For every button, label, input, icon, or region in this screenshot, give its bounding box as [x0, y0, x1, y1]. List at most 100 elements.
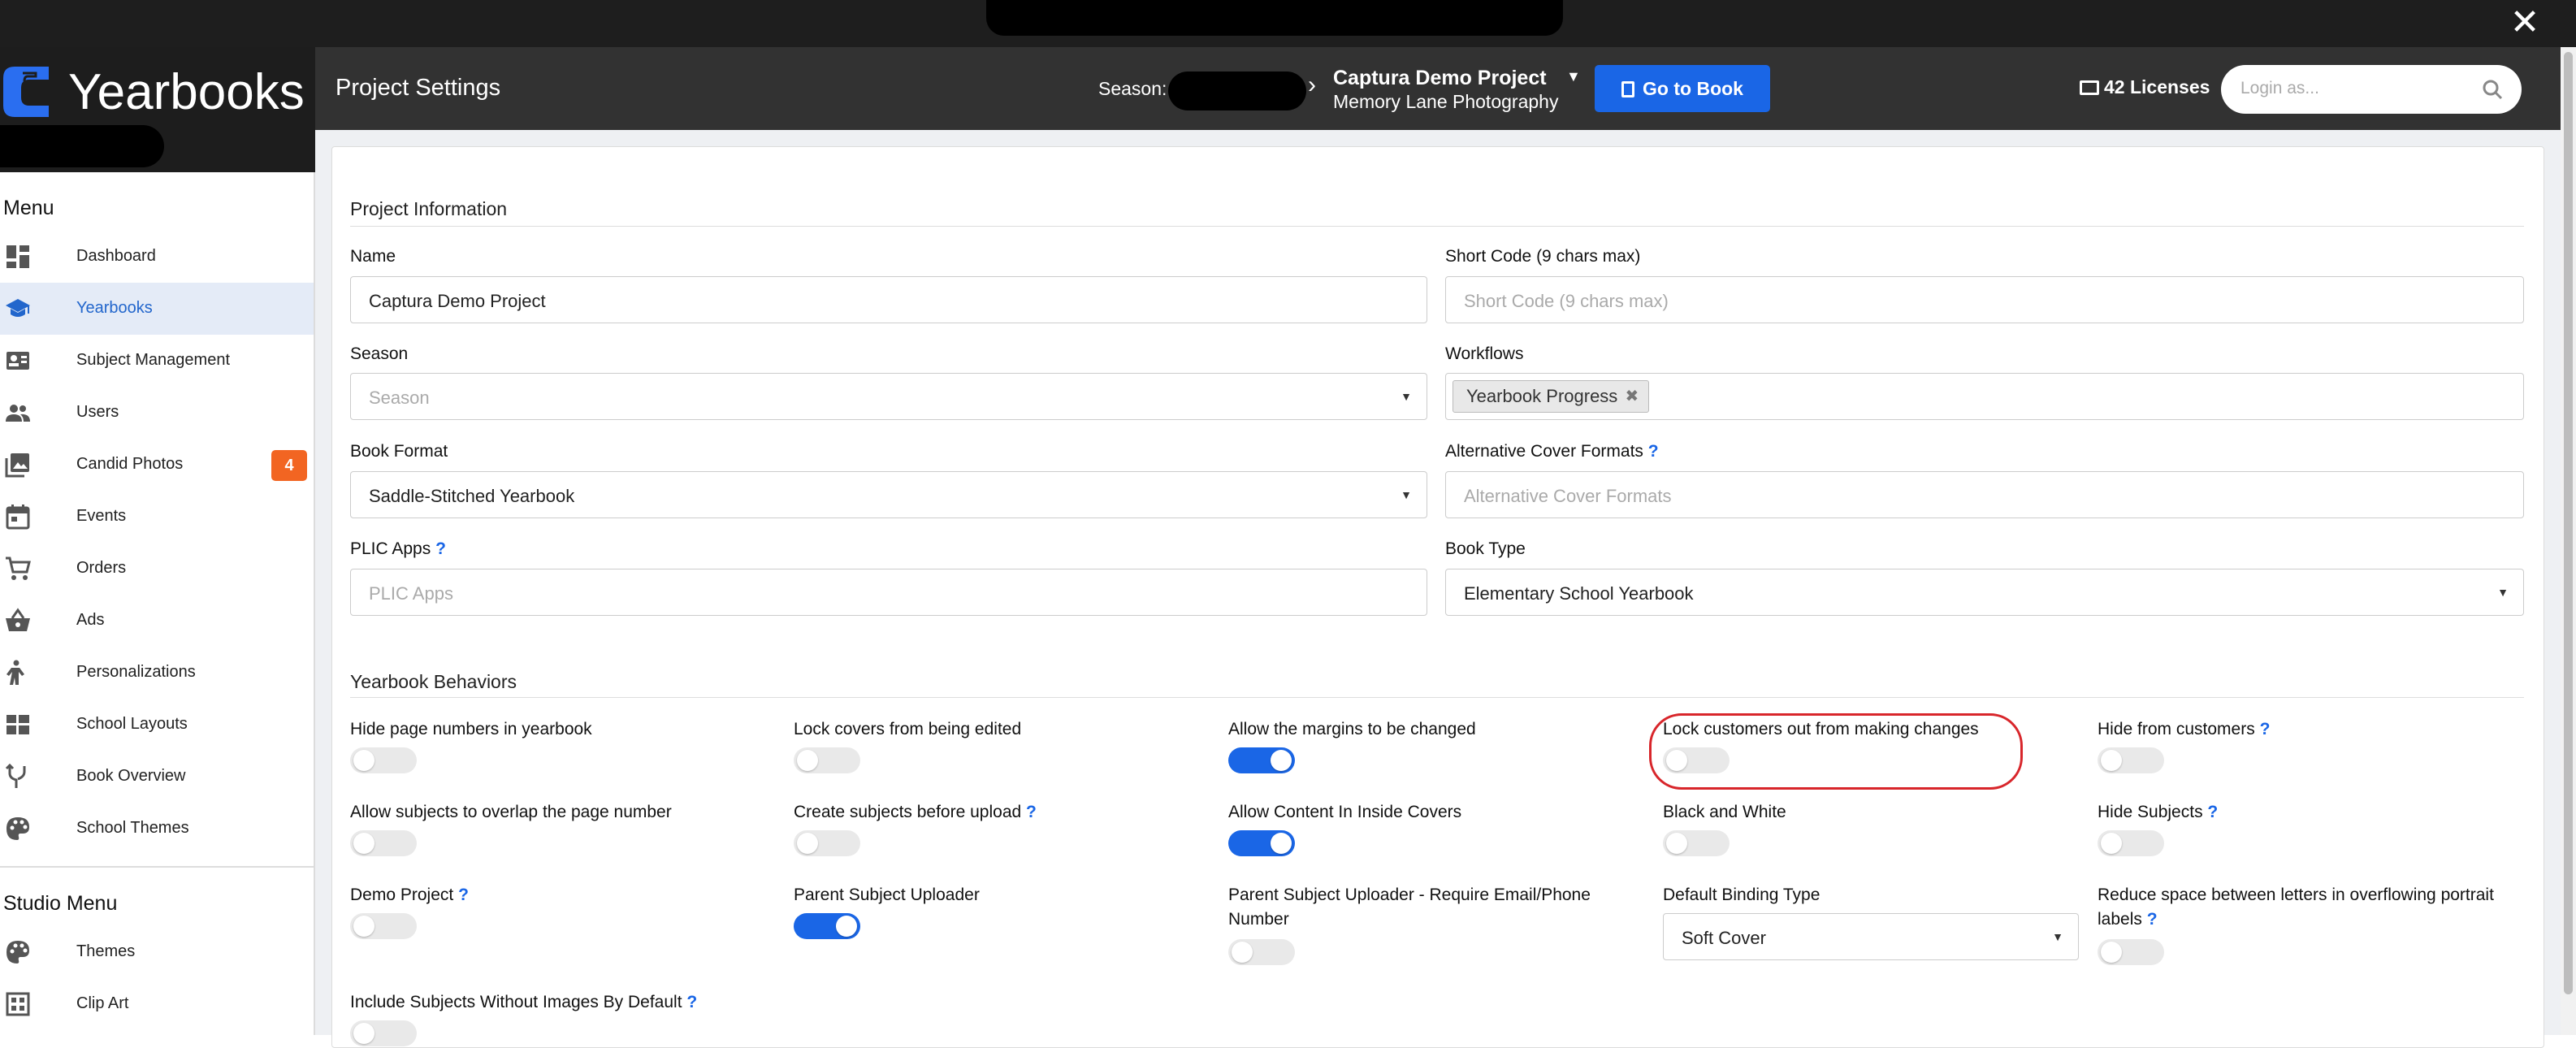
create-subjects-label-text: Create subjects before upload — [794, 803, 1022, 821]
reduce-space-toggle[interactable] — [2098, 939, 2164, 965]
book-type-select[interactable]: Elementary School Yearbook ▼ — [1445, 569, 2524, 616]
licenses-count: 42 Licenses — [2080, 76, 2210, 98]
project-name[interactable]: Captura Demo Project — [1333, 67, 1547, 90]
sidebar-item-clip-art[interactable]: Clip Art — [0, 978, 314, 1030]
short-code-input[interactable]: Short Code (9 chars max) — [1445, 276, 2524, 323]
caret-down-icon: ▼ — [1401, 390, 1412, 403]
sidebar-item-events[interactable]: Events — [0, 491, 314, 543]
help-icon[interactable]: ? — [1026, 803, 1037, 821]
binding-type-select[interactable]: Soft Cover ▼ — [1663, 913, 2079, 960]
project-dropdown-icon[interactable]: ▼ — [1566, 68, 1581, 85]
help-icon[interactable]: ? — [2260, 720, 2271, 738]
search-icon[interactable] — [2481, 78, 2504, 101]
sidebar-item-dashboard[interactable]: Dashboard — [0, 231, 314, 283]
help-icon[interactable]: ? — [435, 539, 446, 558]
allow-margins-label: Allow the margins to be changed — [1228, 720, 1476, 738]
id-card-icon — [6, 352, 29, 370]
sidebar-item-subject-management[interactable]: Subject Management — [0, 335, 314, 387]
toggle-knob — [797, 833, 818, 854]
season-label: Season: — [1098, 78, 1167, 99]
hide-subjects-label-text: Hide Subjects — [2098, 803, 2203, 821]
short-code-placeholder: Short Code (9 chars max) — [1464, 291, 1669, 311]
section-divider — [350, 226, 2524, 227]
help-icon[interactable]: ? — [458, 886, 469, 904]
parent-uploader-require-toggle[interactable] — [1228, 939, 1295, 965]
dashboard-icon — [6, 245, 29, 268]
login-as-placeholder: Login as... — [2240, 79, 2319, 97]
plic-apps-label: PLIC Apps ? — [350, 539, 446, 559]
create-subjects-toggle[interactable] — [794, 830, 860, 856]
help-icon[interactable]: ? — [686, 993, 697, 1011]
book-icon — [1621, 81, 1635, 97]
parent-uploader-require-label: Parent Subject Uploader - Require Email/… — [1228, 886, 1591, 929]
reduce-space-label: Reduce space between letters in overflow… — [2098, 883, 2536, 932]
cart-icon — [6, 556, 31, 580]
scrollbar-thumb[interactable] — [2564, 52, 2573, 994]
redacted-brand-sub — [0, 125, 164, 167]
remove-chip-icon[interactable]: ✖ — [1626, 381, 1639, 412]
photos-icon — [5, 453, 29, 478]
lock-covers-toggle[interactable] — [794, 747, 860, 773]
allow-overlap-label: Allow subjects to overlap the page numbe… — [350, 803, 672, 821]
sidebar-item-candid-photos[interactable]: Candid Photos 4 — [0, 439, 314, 491]
parent-uploader-toggle[interactable] — [794, 913, 860, 939]
sidebar-item-label: Personalizations — [76, 663, 196, 681]
sidebar-item-label: Orders — [76, 559, 127, 577]
logo-icon — [3, 67, 49, 117]
sidebar-item-themes[interactable]: Themes — [0, 926, 314, 978]
sidebar-item-label: Ads — [76, 611, 105, 629]
sidebar-divider — [0, 866, 314, 868]
workflow-chip[interactable]: Yearbook Progress ✖ — [1453, 380, 1650, 413]
sidebar-item-users[interactable]: Users — [0, 387, 314, 439]
close-icon[interactable]: ✕ — [2502, 2, 2548, 44]
toggle-knob — [353, 833, 374, 854]
alt-cover-select[interactable]: Alternative Cover Formats — [1445, 471, 2524, 518]
name-input[interactable]: Captura Demo Project — [350, 276, 1427, 323]
season-select[interactable]: Season ▼ — [350, 373, 1427, 420]
include-subjects-label-text: Include Subjects Without Images By Defau… — [350, 993, 682, 1011]
demo-project-label: Demo Project ? — [350, 883, 469, 907]
help-icon[interactable]: ? — [2207, 803, 2218, 821]
help-icon[interactable]: ? — [1648, 442, 1659, 461]
hide-from-customers-toggle[interactable] — [2098, 747, 2164, 773]
sidebar-item-school-themes[interactable]: School Themes — [0, 803, 314, 855]
toggle-knob — [836, 916, 857, 937]
hide-subjects-label: Hide Subjects ? — [2098, 800, 2218, 825]
login-as-input[interactable]: Login as... — [2221, 65, 2522, 114]
hide-page-numbers-toggle[interactable] — [350, 747, 417, 773]
sidebar-item-label: Candid Photos — [76, 455, 184, 473]
help-icon[interactable]: ? — [2147, 910, 2158, 929]
allow-overlap-toggle[interactable] — [350, 830, 417, 856]
plic-apps-select[interactable]: PLIC Apps — [350, 569, 1427, 616]
person-icon — [6, 660, 24, 685]
hide-from-customers-label-text: Hide from customers — [2098, 720, 2255, 738]
toggle-knob — [1271, 833, 1292, 854]
season-field-label: Season — [350, 344, 409, 363]
project-studio: Memory Lane Photography — [1333, 91, 1559, 112]
hide-subjects-toggle[interactable] — [2098, 830, 2164, 856]
demo-project-toggle[interactable] — [350, 913, 417, 939]
book-type-value: Elementary School Yearbook — [1464, 583, 1694, 604]
sidebar-item-label: Subject Management — [76, 351, 231, 369]
highlight-annotation — [1649, 713, 2023, 790]
workflows-select[interactable]: Yearbook Progress ✖ — [1445, 373, 2524, 420]
sidebar-item-personalizations[interactable]: Personalizations — [0, 647, 314, 699]
sidebar-item-ads[interactable]: Ads — [0, 595, 314, 647]
sidebar-item-yearbooks[interactable]: Yearbooks — [0, 283, 314, 335]
hide-page-numbers-label: Hide page numbers in yearbook — [350, 720, 592, 738]
sidebar-item-school-layouts[interactable]: School Layouts — [0, 699, 314, 751]
go-to-book-button[interactable]: Go to Book — [1595, 65, 1770, 112]
book-format-select[interactable]: Saddle-Stitched Yearbook ▼ — [350, 471, 1427, 518]
allow-inside-covers-toggle[interactable] — [1228, 830, 1295, 856]
toggle-knob — [353, 1023, 374, 1044]
allow-margins-toggle[interactable] — [1228, 747, 1295, 773]
toggle-knob — [1271, 750, 1292, 771]
binding-type-value: Soft Cover — [1682, 928, 1766, 948]
black-white-toggle[interactable] — [1663, 830, 1730, 856]
allow-inside-covers-label: Allow Content In Inside Covers — [1228, 803, 1462, 821]
include-subjects-toggle[interactable] — [350, 1020, 417, 1046]
sidebar-item-label: Clip Art — [76, 994, 129, 1012]
sidebar-item-book-overview[interactable]: Book Overview — [0, 751, 314, 803]
caret-down-icon: ▼ — [2497, 586, 2509, 599]
sidebar-item-orders[interactable]: Orders — [0, 543, 314, 595]
